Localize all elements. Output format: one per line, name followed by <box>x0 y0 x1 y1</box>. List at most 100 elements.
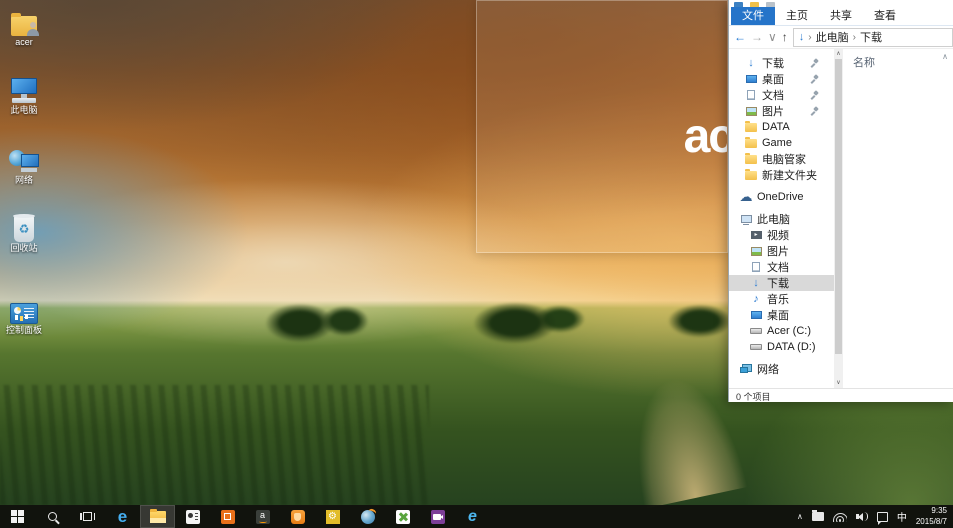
amazon-button[interactable]: a <box>245 505 280 528</box>
file-explorer-button[interactable] <box>140 505 175 528</box>
sidebar-item-new-folder[interactable]: 新建文件夹 <box>729 167 834 183</box>
sidebar-item-label: 视频 <box>767 227 789 243</box>
orange-app-button[interactable] <box>210 505 245 528</box>
sidebar-item-downloads-quick[interactable]: ↓ 下载 <box>729 55 834 71</box>
desktop-icon-this-pc[interactable]: 此电脑 <box>0 72 48 116</box>
document-icon <box>745 89 757 101</box>
wifi-icon <box>833 512 847 522</box>
sidebar-item-desktop[interactable]: 桌面 <box>729 307 834 323</box>
sidebar-item-this-pc[interactable]: 此电脑 <box>729 211 834 227</box>
sidebar-item-documents[interactable]: 文档 <box>729 259 834 275</box>
desktop-icon-label: 回收站 <box>0 244 48 254</box>
action-center-icon <box>877 512 888 522</box>
sidebar-item-pictures-quick[interactable]: 图片 <box>729 103 834 119</box>
search-button[interactable] <box>35 505 70 528</box>
pinwheel-app-button[interactable] <box>385 505 420 528</box>
crumb-separator: › <box>853 32 856 43</box>
clock[interactable]: 9:35 2015/8/7 <box>916 506 947 527</box>
desktop-folder-icon <box>745 73 757 85</box>
tray-app-button[interactable] <box>812 512 824 521</box>
scroll-up-icon[interactable]: ∧ <box>834 49 843 59</box>
sidebar-item-label: 新建文件夹 <box>762 167 817 183</box>
crumb-separator: › <box>808 32 811 43</box>
sidebar-item-game-folder[interactable]: Game <box>729 135 834 151</box>
desktop-icon-control-panel[interactable]: 控制面板 <box>0 292 48 336</box>
this-pc-icon <box>740 213 752 225</box>
up-icon[interactable]: ↑ <box>782 31 788 43</box>
file-list-area[interactable]: 名称 ∧ <box>843 49 953 388</box>
tab-home[interactable]: 主页 <box>775 7 819 25</box>
sidebar-item-videos[interactable]: ▸ 视频 <box>729 227 834 243</box>
address-bar: ← → ∨ ↑ ↓ › 此电脑 › 下载 <box>729 26 953 49</box>
status-bar: 0 个项目 <box>729 388 953 402</box>
nav-scrollbar[interactable]: ∧ ∨ <box>834 49 843 388</box>
sidebar-item-label: Game <box>762 137 792 149</box>
internet-explorer-button[interactable]: e <box>455 505 490 528</box>
recycle-symbol: ♻ <box>19 223 30 235</box>
address-input[interactable]: ↓ › 此电脑 › 下载 <box>793 28 953 47</box>
scroll-down-icon[interactable]: ∨ <box>834 378 843 388</box>
sidebar-item-onedrive[interactable]: ☁ OneDrive <box>729 189 834 205</box>
sort-caret-icon[interactable]: ∧ <box>942 52 948 61</box>
folder-icon <box>745 121 757 133</box>
sidebar-item-drive-c[interactable]: Acer (C:) <box>729 323 834 339</box>
sidebar-item-label: 此电脑 <box>757 211 790 227</box>
background-window[interactable]: ac <box>476 0 728 253</box>
desktop-icon-acer[interactable]: acer <box>0 4 48 48</box>
taskbar: e a ⚙ e ∧ 中 9:35 2015/8/7 <box>0 505 953 528</box>
action-center-button[interactable] <box>877 512 888 522</box>
sidebar-item-drive-d[interactable]: DATA (D:) <box>729 339 834 355</box>
ime-indicator[interactable]: 中 <box>897 509 907 524</box>
shield-app-button[interactable] <box>280 505 315 528</box>
tab-view[interactable]: 查看 <box>863 7 907 25</box>
edge-button[interactable]: e <box>105 505 140 528</box>
history-dropdown-icon[interactable]: ∨ <box>768 31 777 43</box>
sidebar-item-data-folder[interactable]: DATA <box>729 119 834 135</box>
sidebar-item-pictures[interactable]: 图片 <box>729 243 834 259</box>
download-icon: ↓ <box>750 277 762 289</box>
scrollbar-thumb[interactable] <box>835 59 842 354</box>
column-header-name[interactable]: 名称 <box>843 52 953 72</box>
sidebar-item-documents-quick[interactable]: 文档 <box>729 87 834 103</box>
sidebar-item-pc-manager-folder[interactable]: 电脑管家 <box>729 151 834 167</box>
hard-drive-icon <box>750 325 762 337</box>
camera-app-button[interactable] <box>420 505 455 528</box>
sidebar-item-label: 文档 <box>767 259 789 275</box>
forward-icon[interactable]: → <box>751 31 763 43</box>
this-pc-icon <box>0 72 48 104</box>
sidebar-item-downloads-selected[interactable]: ↓ 下载 <box>729 275 834 291</box>
quick-access-toolbar[interactable] <box>729 0 953 7</box>
tab-file[interactable]: 文件 <box>731 7 775 25</box>
onedrive-cloud-icon: ☁ <box>740 191 752 203</box>
pinwheel-app-icon <box>396 510 410 524</box>
breadcrumb-this-pc[interactable]: 此电脑 <box>816 29 849 45</box>
sidebar-item-music[interactable]: ♪ 音乐 <box>729 291 834 307</box>
clock-date: 2015/8/7 <box>916 517 947 527</box>
windows-logo-icon <box>11 510 24 523</box>
sidebar-item-label: 图片 <box>767 243 789 259</box>
system-tray: ∧ 中 9:35 2015/8/7 <box>797 505 953 528</box>
sidebar-item-desktop-quick[interactable]: 桌面 <box>729 71 834 87</box>
tray-folder-icon <box>812 512 824 521</box>
breadcrumb-downloads[interactable]: 下载 <box>860 29 882 45</box>
tab-share[interactable]: 共享 <box>819 7 863 25</box>
start-button[interactable] <box>0 505 35 528</box>
desktop-icon-recycle-bin[interactable]: ♻ 回收站 <box>0 210 48 254</box>
acer-logo: ac <box>684 113 728 161</box>
control-panel-icon <box>0 292 48 324</box>
volume-button[interactable] <box>856 512 868 521</box>
sidebar-item-label: Acer (C:) <box>767 325 811 337</box>
sidebar-item-label: DATA <box>762 121 790 133</box>
wifi-button[interactable] <box>833 512 847 522</box>
sidebar-item-label: 下载 <box>762 55 784 71</box>
download-icon: ↓ <box>745 57 757 69</box>
globe-app-button[interactable] <box>350 505 385 528</box>
news-app-button[interactable] <box>175 505 210 528</box>
back-icon[interactable]: ← <box>734 31 746 43</box>
sidebar-item-network[interactable]: 网络 <box>729 361 834 377</box>
task-view-button[interactable] <box>70 505 105 528</box>
tray-expand-icon[interactable]: ∧ <box>797 512 803 521</box>
desktop-icon-network[interactable]: 网络 <box>0 142 48 186</box>
gear-app-button[interactable]: ⚙ <box>315 505 350 528</box>
sidebar-item-label: 桌面 <box>762 71 784 87</box>
